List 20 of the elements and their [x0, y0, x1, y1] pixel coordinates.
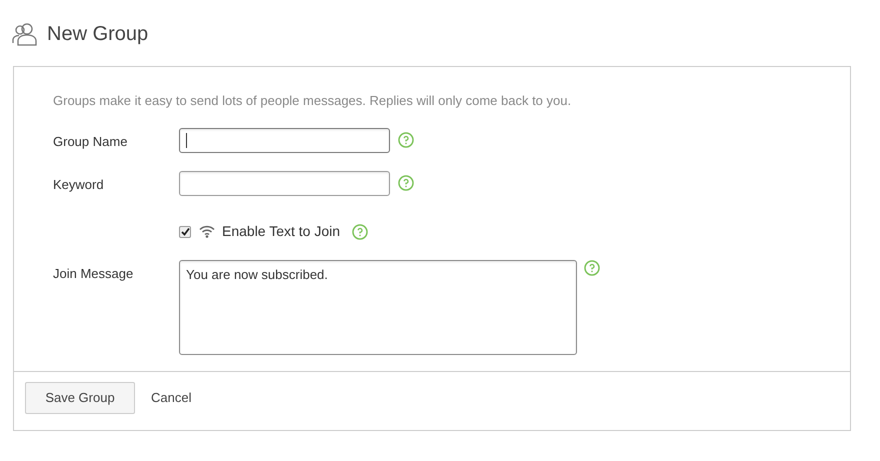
field-label: Keyword [53, 176, 105, 194]
checkbox[interactable] [179, 226, 191, 238]
text-cursor [186, 132, 187, 148]
help-icon[interactable] [352, 224, 368, 240]
text-field[interactable] [179, 128, 390, 152]
text-field[interactable] [179, 170, 390, 196]
page-title: New Group [47, 22, 148, 47]
save-button[interactable]: Save Group [25, 382, 135, 414]
wifi-icon [199, 225, 215, 238]
check-icon [180, 227, 190, 236]
cancel-link[interactable]: Cancel [150, 388, 192, 408]
field-label: Group Name [53, 132, 128, 151]
message-field[interactable]: You are now subscribed. [179, 260, 577, 354]
field-label: Join Message [53, 264, 134, 283]
intro-text: Groups make it easy to send lots of people messages. Replies will only come back to you. [53, 92, 572, 110]
checkbox-label: Enable Text to Join [222, 222, 340, 241]
help-icon[interactable] [398, 132, 414, 148]
help-icon[interactable] [398, 174, 414, 190]
help-icon[interactable] [584, 260, 600, 276]
people-icon [12, 22, 39, 46]
